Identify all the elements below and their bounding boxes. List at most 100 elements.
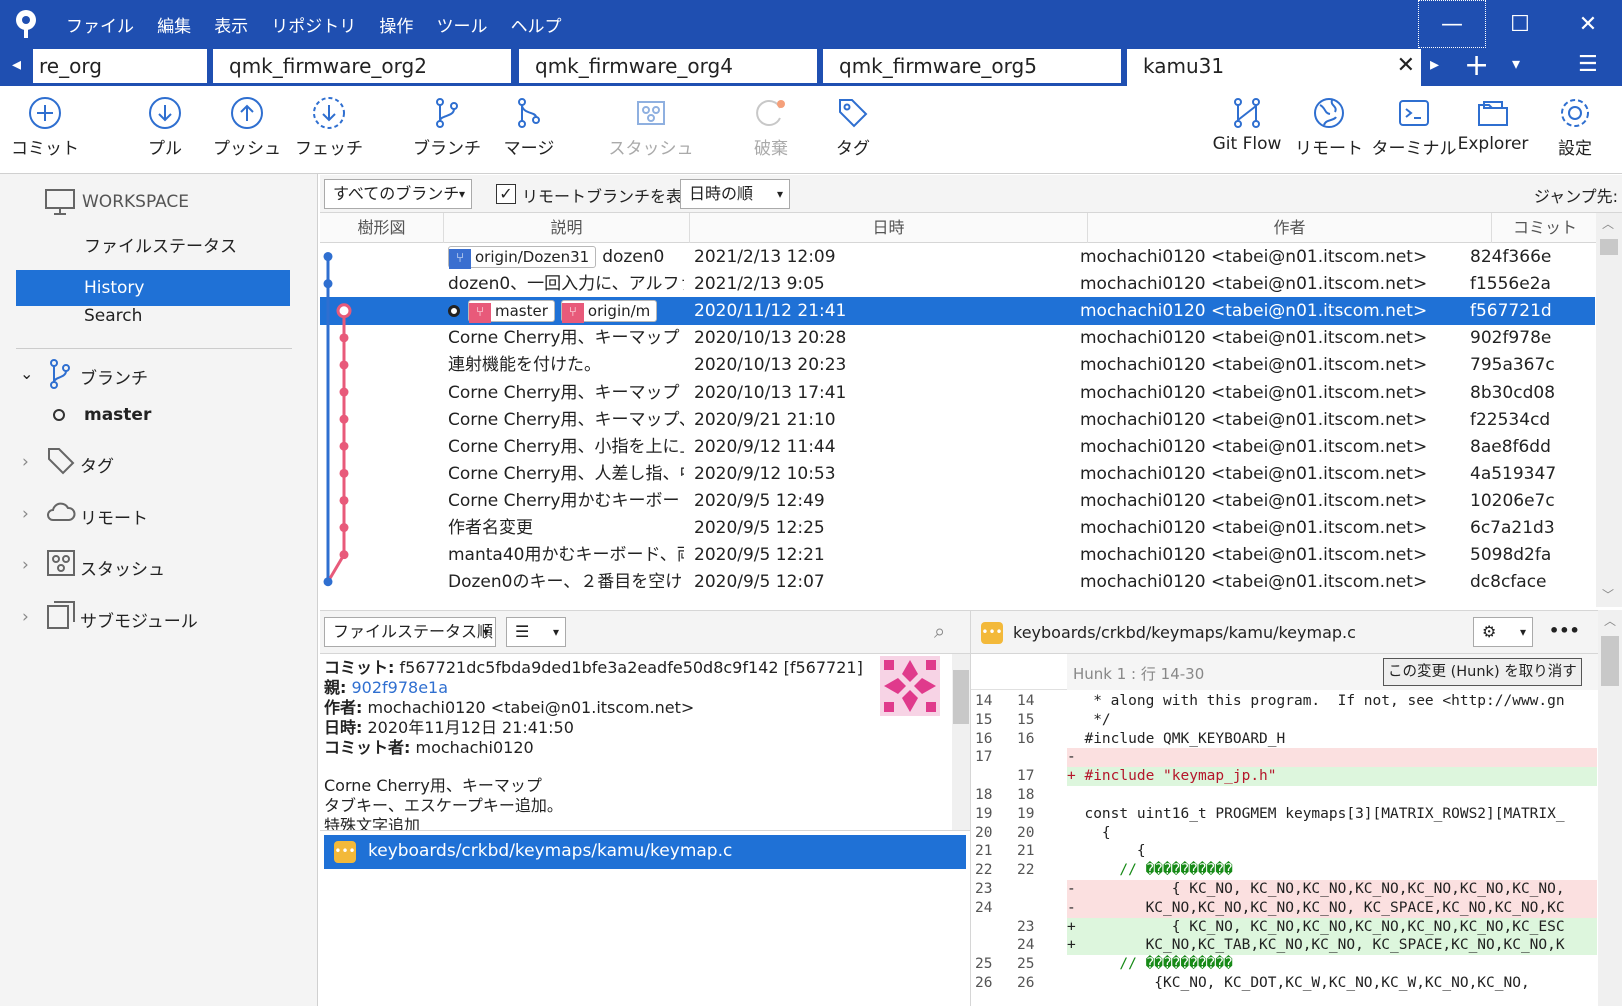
tag-button[interactable]: タグ [808, 86, 898, 174]
tab-scroll-right-icon[interactable]: ▸ [1430, 54, 1439, 75]
diff-settings-dropdown[interactable]: ⚙ ▾ [1473, 617, 1533, 647]
tab-kamu31[interactable]: kamu31 ✕ [1126, 48, 1422, 86]
hamburger-menu-icon[interactable]: ☰ [1578, 52, 1598, 77]
file-item[interactable]: ••• keyboards/crkbd/keymaps/kamu/keymap.… [324, 835, 966, 869]
diff-scrollbar[interactable]: ︿ [1598, 610, 1622, 1006]
commit-row[interactable]: Corne Cherry用かむキーボード、i 2020/9/5 12:49 moch… [320, 487, 1595, 515]
discard-button[interactable]: 破棄 [726, 86, 816, 174]
discard-hunk-button[interactable]: この変更 (Hunk) を取り消す [1383, 658, 1582, 686]
tab-qmk-firmware-org2[interactable]: qmk_firmware_org2 [212, 48, 512, 84]
merge-button[interactable]: マージ [484, 86, 574, 174]
sidebar-item-file-status[interactable]: ファイルステータス [84, 232, 237, 257]
commit-node[interactable] [339, 550, 349, 560]
git-flow-button[interactable]: Git Flow [1202, 86, 1292, 174]
scroll-down-icon[interactable]: ﹀ [1602, 586, 1614, 603]
tab-qmk-firmware-org4[interactable]: qmk_firmware_org4 [518, 48, 818, 84]
commit-row[interactable]: ⑂ master ⑂ origin/m 2020/11/12 21:41 mochachi… [320, 297, 1595, 326]
commit-row[interactable]: Corne Cherry用、人差し指、中 2020/9/12 10:53 mocha… [320, 460, 1595, 488]
commit-row[interactable]: dozen0、一回入力に、アルファベ 2021/2/13 9:05 mochachi… [320, 270, 1595, 298]
menu-tools[interactable]: ツール [436, 12, 487, 37]
commit-node[interactable] [339, 523, 349, 533]
column-description[interactable]: 説明 [444, 213, 690, 243]
branch-badge[interactable]: ⑂ origin/m [560, 300, 658, 324]
chevron-right-icon[interactable]: › [22, 555, 29, 575]
commit-row[interactable]: 連射機能を付けた。 2020/10/13 20:23 mochachi0120 <t… [320, 351, 1595, 379]
commit-node[interactable] [339, 360, 349, 370]
sidebar-branch-master[interactable]: master [84, 405, 151, 425]
chevron-down-icon[interactable]: ⌄ [20, 364, 33, 383]
details-scrollbar[interactable] [952, 654, 970, 830]
more-options-icon[interactable]: ••• [1549, 621, 1580, 640]
branch-filter-dropdown[interactable]: すべてのブランチ ▾ [324, 179, 472, 209]
explorer-button[interactable]: Explorer [1448, 86, 1538, 174]
commit-node[interactable] [323, 252, 333, 262]
scrollbar-thumb[interactable] [1601, 636, 1619, 686]
push-button[interactable]: プッシュ [202, 86, 292, 174]
commit-row[interactable]: Corne Cherry用、キーマップ マウ 2020/10/13 20:28 mo… [320, 324, 1595, 352]
column-commit[interactable]: コミット [1492, 213, 1598, 243]
column-date[interactable]: 日時 [690, 213, 1088, 243]
commit-node[interactable] [323, 279, 333, 289]
chevron-right-icon[interactable]: › [22, 504, 29, 524]
pull-button[interactable]: プル [120, 86, 210, 174]
show-remote-checkbox[interactable]: ✓ [496, 184, 516, 204]
tab-close-icon[interactable]: ✕ [1397, 49, 1415, 83]
commit-row[interactable]: 作者名変更 2020/9/5 12:25 mochachi0120 <tabei@n… [320, 514, 1595, 542]
sidebar-branches-header[interactable]: ブランチ [80, 364, 148, 389]
search-icon[interactable]: ⌕ [934, 619, 945, 643]
chevron-right-icon[interactable]: › [22, 607, 29, 627]
scrollbar-thumb[interactable] [1600, 239, 1618, 255]
sidebar-remotes-header[interactable]: リモート [80, 504, 148, 529]
scroll-up-icon[interactable]: ︿ [1602, 215, 1614, 232]
commit-row[interactable]: Corne Cherry用、小指を上に上 2020/9/12 11:44 mocha… [320, 433, 1595, 461]
minimize-button[interactable]: — [1418, 0, 1486, 48]
fetch-button[interactable]: フェッチ [284, 86, 374, 174]
sidebar-item-search[interactable]: Search [84, 306, 142, 326]
new-tab-icon[interactable]: + [1464, 48, 1489, 83]
chevron-right-icon[interactable]: › [22, 452, 29, 472]
commit-node[interactable] [339, 333, 349, 343]
menu-file[interactable]: ファイル [66, 12, 134, 37]
menu-help[interactable]: ヘルプ [511, 12, 562, 37]
commit-button[interactable]: コミット [0, 86, 90, 174]
commit-node[interactable] [339, 414, 349, 424]
commit-row[interactable]: Corne Cherry用、キーマップ 英大 2020/10/13 17:41 mo… [320, 379, 1595, 407]
commit-node[interactable] [323, 577, 333, 587]
view-mode-dropdown[interactable]: ☰ ▾ [506, 617, 566, 647]
commit-row[interactable]: manta40用かむキーボード、両手l 2020/9/5 12:21 mochach… [320, 541, 1595, 569]
tab-re-org[interactable]: re_org [32, 48, 208, 84]
menu-view[interactable]: 表示 [214, 12, 248, 37]
tab-qmk-firmware-org5[interactable]: qmk_firmware_org5 [822, 48, 1122, 84]
branch-button[interactable]: ブランチ [402, 86, 492, 174]
tab-list-dropdown-icon[interactable]: ▾ [1512, 54, 1520, 73]
scrollbar-thumb[interactable] [953, 670, 969, 724]
menu-actions[interactable]: 操作 [379, 12, 413, 37]
commit-node[interactable] [339, 441, 349, 451]
commit-node[interactable] [336, 303, 352, 319]
menu-repository[interactable]: リポジトリ [271, 12, 356, 37]
branch-badge[interactable]: ⑂ origin/Dozen31 [448, 246, 597, 269]
settings-button[interactable]: 設定 [1530, 86, 1620, 174]
maximize-button[interactable]: ☐ [1486, 0, 1554, 48]
log-scrollbar[interactable]: ︿ ﹀ [1596, 213, 1622, 607]
commit-node[interactable] [339, 468, 349, 478]
sidebar-item-history[interactable]: History [16, 270, 290, 306]
scroll-up-icon[interactable]: ︿ [1604, 612, 1616, 629]
stash-button[interactable]: スタッシュ [606, 86, 696, 174]
commit-node[interactable] [339, 387, 349, 397]
close-window-button[interactable]: ✕ [1554, 0, 1622, 48]
column-graph[interactable]: 樹形図 [320, 213, 444, 243]
commit-row[interactable]: ⑂ origin/Dozen31 dozen0 2021/2/13 12:09 moch… [320, 243, 1595, 271]
tab-scroll-left-icon[interactable]: ◂ [12, 54, 21, 75]
commit-row[interactable]: Corne Cherry用、キーマップ、左ミ 2020/9/21 21:10 moc… [320, 406, 1595, 434]
menu-edit[interactable]: 編集 [157, 12, 191, 37]
file-sort-dropdown[interactable]: ファイルステータス順 ▾ [324, 617, 496, 647]
remote-button[interactable]: リモート [1284, 86, 1374, 174]
column-author[interactable]: 作者 [1088, 213, 1492, 243]
sidebar-stashes-header[interactable]: スタッシュ [80, 555, 165, 580]
commit-row[interactable]: Dozen0のキー、２番目を空ける」 2020/9/5 12:07 mochachi… [320, 568, 1595, 596]
sidebar-submodules-header[interactable]: サブモジュール [80, 607, 198, 632]
sidebar-tags-header[interactable]: タグ [80, 452, 114, 477]
commit-node[interactable] [339, 495, 349, 505]
order-dropdown[interactable]: 日時の順 ▾ [680, 179, 790, 209]
